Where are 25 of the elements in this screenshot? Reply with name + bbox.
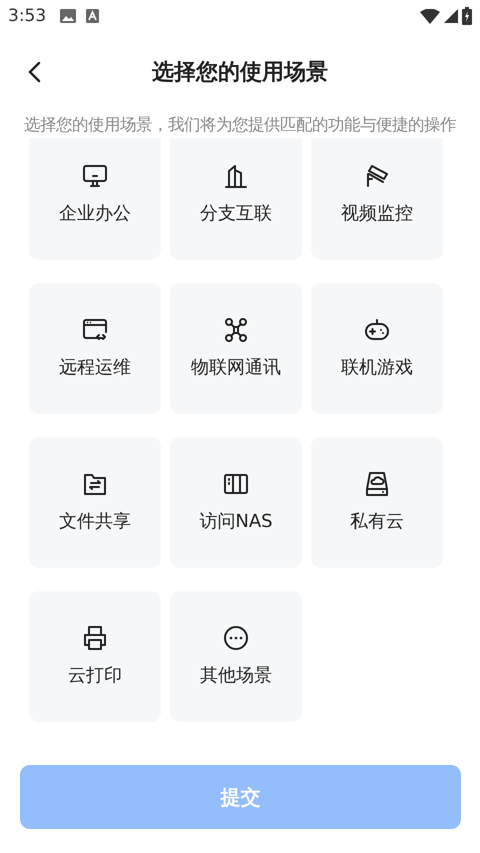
printer-icon (81, 624, 109, 652)
scenario-card[interactable]: 私有云 (311, 437, 443, 568)
scenario-card[interactable]: 企业办公 (29, 138, 161, 260)
scenario-card[interactable]: 物联网通讯 (170, 283, 302, 414)
battery-icon (462, 7, 472, 25)
status-time: 3:53 (8, 6, 46, 26)
page-title: 选择您的使用场景 (152, 59, 328, 87)
network-icon (222, 316, 250, 344)
building-icon (222, 162, 250, 190)
scenario-card[interactable]: 联机游戏 (311, 283, 443, 414)
signal-icon (444, 9, 458, 23)
image-icon (60, 9, 76, 23)
scenario-card[interactable]: 云打印 (29, 591, 161, 722)
scenario-card[interactable]: 其他场景 (170, 591, 302, 722)
more-icon (222, 624, 250, 652)
wifi-icon (420, 8, 440, 24)
scenario-card[interactable]: 访问NAS (170, 437, 302, 568)
scenario-card[interactable]: 远程运维 (29, 283, 161, 414)
scenario-card[interactable]: 文件共享 (29, 437, 161, 568)
scenario-card[interactable]: 视频监控 (311, 138, 443, 260)
subtitle: 选择您的使用场景，我们将为您提供匹配的功能与便捷的操作 (23, 114, 457, 136)
letter-app-icon (86, 9, 100, 23)
monitor-icon (81, 162, 109, 190)
scenario-card[interactable]: 分支互联 (170, 138, 302, 260)
cloud-drive-icon (363, 470, 391, 498)
